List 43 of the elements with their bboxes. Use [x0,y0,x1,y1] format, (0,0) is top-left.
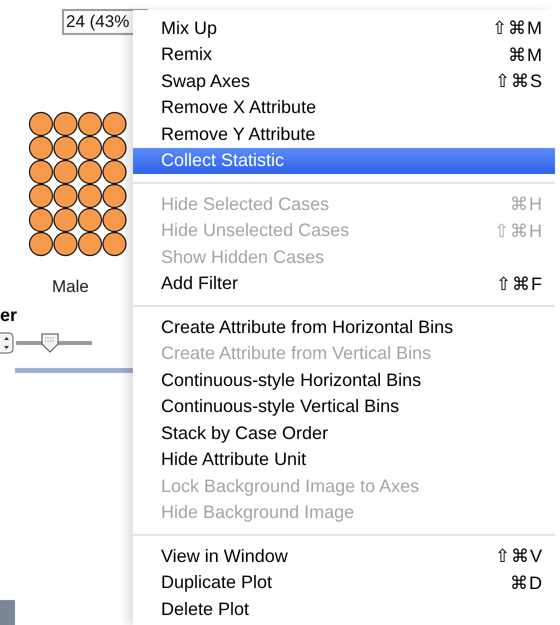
menu-item[interactable]: Duplicate Plot ⌘D [133,570,555,596]
data-point [28,136,54,160]
data-point [28,184,54,208]
data-point [78,112,102,136]
data-point [53,112,78,136]
menu-item[interactable]: Hide Attribute Unit [133,446,555,473]
data-point [28,160,54,184]
stepper-icon[interactable] [0,332,14,354]
data-point [28,232,54,256]
data-point [102,208,127,232]
slider-thumb[interactable] [40,332,60,354]
menu-item[interactable]: Continuous-style Horizontal Bins [133,367,555,394]
menu-item[interactable]: Remove Y Attribute [133,121,555,148]
panel-edge [0,600,15,625]
data-point [78,136,102,160]
data-point [53,160,78,184]
menu-item[interactable]: Stack by Case Order [133,420,555,446]
data-point [28,112,54,136]
menu-item[interactable]: Collect Statistic [133,148,555,174]
menu-item[interactable]: View in Window ⇧⌘V [133,543,555,570]
menu-item[interactable]: Remove X Attribute [133,94,555,121]
data-point [53,208,78,232]
menu-item[interactable]: Swap Axes ⇧⌘S [133,68,555,94]
data-point [102,136,127,160]
data-point [78,184,102,208]
category-label: Male [52,277,90,297]
data-point [78,160,102,184]
data-point [78,232,102,256]
data-point [102,232,127,256]
menu-item[interactable]: Create Attribute from Horizontal Bins [133,314,555,340]
menu-item[interactable]: Delete Plot [133,596,555,622]
menu-item[interactable]: Remix ⌘M [133,42,555,68]
data-point [53,136,78,160]
data-point [53,184,78,208]
data-point [102,112,127,136]
data-point [78,208,102,232]
data-point [28,208,54,232]
panel-heading: er [0,305,18,326]
menu-item[interactable]: Continuous-style Vertical Bins [133,394,555,420]
data-point [102,160,127,184]
menu-item[interactable]: Add Filter ⇧⌘F [133,270,555,297]
data-point [102,184,127,208]
data-point [53,232,78,256]
